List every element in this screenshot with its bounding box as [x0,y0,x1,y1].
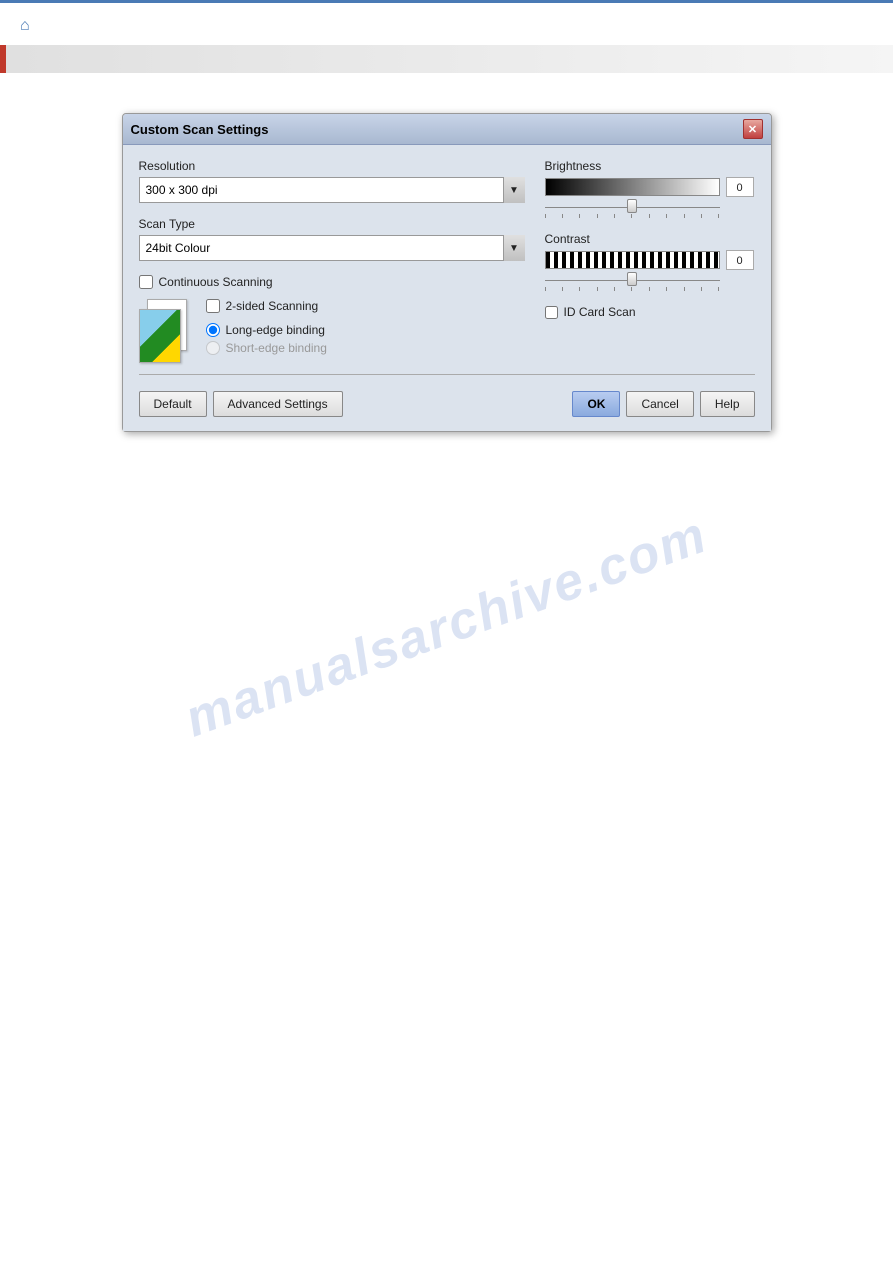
continuous-scanning-checkbox[interactable] [139,275,153,289]
tick [649,287,650,291]
continuous-scanning-label: Continuous Scanning [159,275,273,289]
tick [579,287,580,291]
brightness-ticks [545,214,720,218]
watermark-area: manualsarchive.com [40,452,853,802]
id-card-row: ID Card Scan [545,305,755,319]
tick [666,214,667,218]
dialog-titlebar: Custom Scan Settings ✕ [123,114,771,145]
contrast-track-area: 0 [545,250,755,270]
contrast-value: 0 [726,250,754,270]
brightness-value: 0 [726,177,754,197]
id-card-scan-label: ID Card Scan [564,305,636,319]
dialog-columns: Resolution 300 x 300 dpi ▼ Scan Type [139,159,755,364]
long-edge-label: Long-edge binding [226,323,325,337]
tick [718,214,719,218]
two-sided-scanning-row: 2-sided Scanning [206,299,525,313]
home-area: ⌂ [0,11,893,45]
watermark-text: manualsarchive.com [178,505,716,750]
default-button[interactable]: Default [139,391,207,417]
dialog-body: Resolution 300 x 300 dpi ▼ Scan Type [123,145,771,431]
section-header [0,45,893,73]
button-spacer [349,391,567,417]
two-sided-scanning-label: 2-sided Scanning [226,299,319,313]
contrast-slider-thumb-area [545,272,755,291]
short-edge-label: Short-edge binding [226,341,327,355]
tick [545,214,546,218]
contrast-ticks [545,287,720,291]
contrast-thumb-track [545,272,720,286]
tick [684,214,685,218]
tick [718,287,719,291]
brightness-group: Brightness 0 [545,159,755,218]
top-rule [0,0,893,3]
cancel-button[interactable]: Cancel [626,391,693,417]
tick [684,287,685,291]
tick [701,287,702,291]
contrast-thumb[interactable] [627,272,637,286]
custom-scan-settings-dialog: Custom Scan Settings ✕ Resolution 300 x … [122,113,772,432]
scan-type-label: Scan Type [139,217,525,231]
home-icon[interactable]: ⌂ [20,17,30,34]
scan-type-select-wrapper: 24bit Colour ▼ [139,235,525,261]
advanced-settings-button[interactable]: Advanced Settings [213,391,343,417]
contrast-group: Contrast 0 [545,232,755,291]
resolution-group: Resolution 300 x 300 dpi ▼ [139,159,525,203]
resolution-label: Resolution [139,159,525,173]
brightness-thumb[interactable] [627,199,637,213]
continuous-scanning-row: Continuous Scanning [139,275,525,289]
tick [562,287,563,291]
brightness-gradient-bar [545,178,720,196]
contrast-gradient-bar [545,251,720,269]
dialog-divider [139,374,755,375]
tick [631,214,632,218]
brightness-track-area: 0 [545,177,755,197]
scan-preview-icon [139,299,194,364]
tick [614,287,615,291]
tick [631,287,632,291]
short-edge-row: Short-edge binding [206,341,525,355]
dialog-container: Custom Scan Settings ✕ Resolution 300 x … [40,93,853,452]
resolution-select-wrapper: 300 x 300 dpi ▼ [139,177,525,203]
tick [562,214,563,218]
long-edge-radio[interactable] [206,323,220,337]
tick [649,214,650,218]
tick [597,287,598,291]
resolution-select[interactable]: 300 x 300 dpi [139,177,525,203]
scanning-options: 2-sided Scanning Long-edge binding Short… [206,299,525,359]
section-bar [6,45,893,73]
tick [579,214,580,218]
page-content: Custom Scan Settings ✕ Resolution 300 x … [0,93,893,802]
scan-page-image [140,310,180,362]
brightness-slider-thumb-area [545,199,755,218]
brightness-thumb-track [545,199,720,213]
tick [597,214,598,218]
id-card-scan-checkbox[interactable] [545,306,558,319]
help-button[interactable]: Help [700,391,755,417]
long-edge-row: Long-edge binding [206,323,525,337]
dialog-title: Custom Scan Settings [131,122,269,137]
dialog-close-button[interactable]: ✕ [743,119,763,139]
scan-type-group: Scan Type 24bit Colour ▼ [139,217,525,261]
contrast-label: Contrast [545,232,755,246]
button-row: Default Advanced Settings OK Cancel Help [139,385,755,421]
scanning-area: 2-sided Scanning Long-edge binding Short… [139,299,525,364]
brightness-label: Brightness [545,159,755,173]
two-sided-scanning-checkbox[interactable] [206,299,220,313]
ok-button[interactable]: OK [572,391,620,417]
tick [614,214,615,218]
tick [701,214,702,218]
scan-type-select[interactable]: 24bit Colour [139,235,525,261]
dialog-right-column: Brightness 0 [545,159,755,364]
short-edge-radio[interactable] [206,341,220,355]
scan-page-front [139,309,181,363]
tick [666,287,667,291]
tick [545,287,546,291]
dialog-left-column: Resolution 300 x 300 dpi ▼ Scan Type [139,159,525,364]
